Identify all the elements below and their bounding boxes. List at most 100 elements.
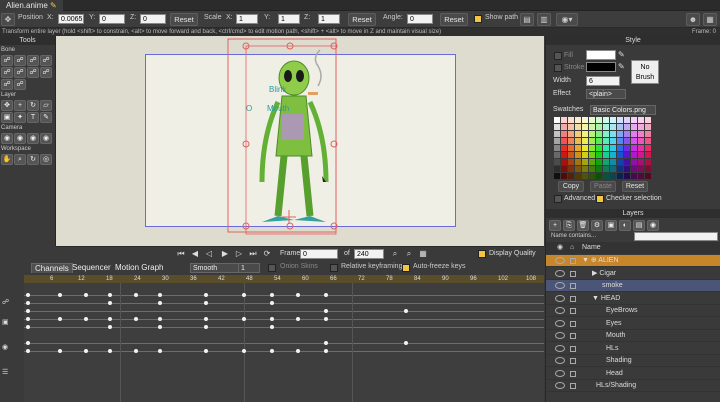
copy-style-button[interactable]: Copy: [558, 181, 584, 192]
layer-checkbox[interactable]: [570, 345, 576, 352]
layer-checkbox[interactable]: [570, 358, 576, 364]
relative-keyframing-checkbox[interactable]: [330, 264, 338, 272]
interpolation-count-select[interactable]: 1: [238, 263, 260, 273]
keyframe-tracks[interactable]: [24, 283, 544, 402]
palette-swatch[interactable]: [582, 152, 588, 158]
palette-swatch[interactable]: [631, 166, 637, 172]
palette-swatch[interactable]: [617, 152, 623, 158]
palette-swatch[interactable]: [568, 131, 574, 137]
keyframe[interactable]: [134, 317, 138, 321]
palette-swatch[interactable]: [596, 173, 602, 179]
visibility-eye-icon[interactable]: [555, 332, 565, 339]
palette-swatch[interactable]: [582, 159, 588, 165]
play-icon[interactable]: ▶: [220, 249, 230, 259]
palette-swatch[interactable]: [638, 124, 644, 130]
transform-bone-icon[interactable]: ☍: [14, 55, 26, 66]
palette-swatch[interactable]: [631, 145, 637, 151]
layer-row[interactable]: ▼ HEAD: [546, 293, 720, 305]
palette-swatch[interactable]: [554, 166, 560, 172]
palette-swatch[interactable]: [596, 159, 602, 165]
color-palette[interactable]: [554, 117, 654, 179]
palette-swatch[interactable]: [561, 138, 567, 144]
frame-ruler[interactable]: 6 12 18 24 30 36 42 48 54 60 66 72 78 84 90 96 102 108: [24, 275, 544, 283]
keyframe[interactable]: [134, 349, 138, 353]
palette-swatch[interactable]: [631, 173, 637, 179]
layer-row[interactable]: EyeBrows: [546, 305, 720, 317]
palette-swatch[interactable]: [624, 131, 630, 137]
display-quality-checkbox[interactable]: [478, 250, 486, 258]
advanced-checkbox[interactable]: [554, 195, 562, 203]
onion-skins-label[interactable]: Onion Skins: [280, 263, 318, 270]
palette-swatch[interactable]: [589, 145, 595, 151]
settings-icon[interactable]: ▦: [703, 13, 717, 26]
reset-position-button[interactable]: Reset: [170, 13, 198, 26]
canvas-area[interactable]: Blink O Mouth: [56, 36, 544, 246]
palette-swatch[interactable]: [561, 131, 567, 137]
roll-camera-icon[interactable]: ◉: [27, 133, 39, 144]
palette-swatch[interactable]: [603, 124, 609, 130]
visibility-eye-icon[interactable]: [555, 257, 565, 264]
palette-swatch[interactable]: [561, 152, 567, 158]
palette-swatch[interactable]: [617, 138, 623, 144]
palette-swatch[interactable]: [624, 166, 630, 172]
rotate-layer-icon[interactable]: ↻: [27, 100, 39, 111]
palette-swatch[interactable]: [582, 124, 588, 130]
palette-swatch[interactable]: [645, 173, 651, 179]
show-path-checkbox[interactable]: [474, 15, 482, 23]
keyframe[interactable]: [158, 349, 162, 353]
keyframe[interactable]: [296, 349, 300, 353]
palette-swatch[interactable]: [617, 159, 623, 165]
checker-selection-checkbox[interactable]: [596, 195, 604, 203]
camera-menu-icon[interactable]: ◉▾: [556, 13, 578, 26]
layer-visibility-icon[interactable]: ◐: [619, 220, 631, 231]
eyedropper-icon[interactable]: ✎: [40, 112, 52, 123]
position-y-input[interactable]: 0: [99, 14, 125, 24]
palette-swatch[interactable]: [596, 166, 602, 172]
palette-swatch[interactable]: [568, 159, 574, 165]
palette-swatch[interactable]: [603, 138, 609, 144]
palette-swatch[interactable]: [582, 131, 588, 137]
palette-swatch[interactable]: [596, 145, 602, 151]
palette-swatch[interactable]: [645, 159, 651, 165]
palette-swatch[interactable]: [645, 166, 651, 172]
offset-bone-icon[interactable]: ☍: [1, 79, 13, 90]
palette-swatch[interactable]: [645, 152, 651, 158]
layer-row[interactable]: Eyes: [546, 318, 720, 330]
layer-checkbox[interactable]: [570, 270, 576, 277]
book-icon[interactable]: ▥: [537, 13, 551, 26]
palette-swatch[interactable]: [610, 145, 616, 151]
palette-swatch[interactable]: [575, 117, 581, 123]
palette-swatch[interactable]: [631, 131, 637, 137]
palette-swatch[interactable]: [603, 131, 609, 137]
keyframe[interactable]: [270, 301, 274, 305]
palette-swatch[interactable]: [631, 124, 637, 130]
palette-swatch[interactable]: [589, 173, 595, 179]
palette-swatch[interactable]: [554, 117, 560, 123]
palette-swatch[interactable]: [603, 159, 609, 165]
visibility-eye-icon[interactable]: [555, 319, 565, 327]
layer-checkbox[interactable]: [570, 295, 576, 302]
stroke-checkbox[interactable]: [554, 64, 562, 72]
scale-y-input[interactable]: 1: [278, 14, 300, 24]
palette-swatch[interactable]: [603, 166, 609, 172]
stroke-color-swatch[interactable]: [586, 62, 616, 72]
palette-swatch[interactable]: [610, 131, 616, 137]
palette-swatch[interactable]: [638, 173, 644, 179]
keyframe[interactable]: [158, 301, 162, 305]
no-brush-button[interactable]: No Brush: [631, 60, 659, 84]
palette-swatch[interactable]: [554, 124, 560, 130]
zoom-icon[interactable]: ⌕: [14, 154, 26, 165]
swatches-select[interactable]: Basic Colors.png: [590, 105, 656, 115]
fill-checkbox[interactable]: [554, 52, 562, 60]
palette-swatch[interactable]: [603, 117, 609, 123]
layer-row[interactable]: Mouth: [546, 330, 720, 342]
delete-layer-icon[interactable]: 🗑: [577, 220, 589, 231]
palette-swatch[interactable]: [617, 173, 623, 179]
layer-row[interactable]: ▶ Cigar: [546, 268, 720, 280]
tab-channels[interactable]: Channels: [31, 263, 73, 273]
angle-input[interactable]: 0: [407, 14, 433, 24]
manipulate-bones-icon[interactable]: ☍: [14, 67, 26, 78]
layer-row[interactable]: HLs/Shading: [546, 380, 720, 392]
reset-style-button[interactable]: Reset: [622, 181, 648, 192]
palette-swatch[interactable]: [638, 145, 644, 151]
